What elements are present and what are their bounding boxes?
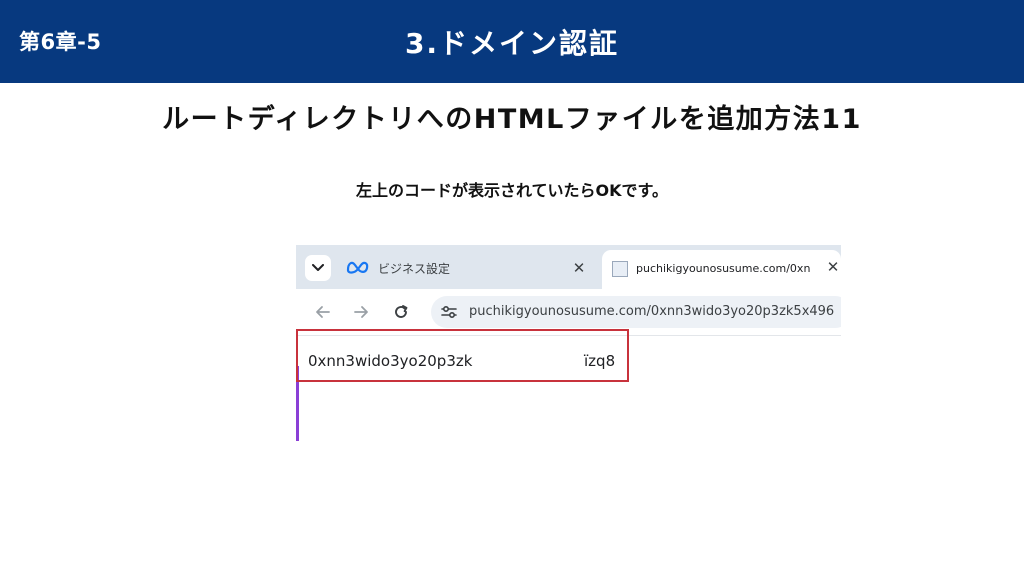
instruction-note: 左上のコードが表示されていたらOKです。 (356, 181, 668, 200)
meta-icon (346, 261, 369, 274)
code-highlight-box (296, 329, 629, 382)
site-settings-icon[interactable] (439, 302, 459, 322)
tab-label: puchikigyounosusume.com/0xn (636, 262, 811, 275)
arrow-left-icon (316, 306, 330, 318)
back-button[interactable] (312, 301, 334, 323)
tab-search-button[interactable] (305, 255, 331, 281)
tab-verification-file[interactable]: puchikigyounosusume.com/0xn ✕ (602, 250, 841, 289)
reload-button[interactable] (390, 301, 412, 323)
tab-bar: ビジネス設定 ✕ puchikigyounosusume.com/0xn ✕ (296, 245, 841, 289)
reload-icon (395, 305, 408, 318)
slide-subtitle: ルートディレクトリへのHTMLファイルを追加方法11 (162, 104, 862, 135)
close-icon[interactable]: ✕ (568, 257, 590, 279)
url-text[interactable]: puchikigyounosusume.com/0xnn3wido3yo20p3… (469, 304, 841, 319)
tab-label: ビジネス設定 (378, 262, 451, 276)
address-bar[interactable]: puchikigyounosusume.com/0xnn3wido3yo20p3… (431, 296, 841, 328)
chevron-down-icon (312, 264, 324, 271)
site-favicon (612, 261, 628, 277)
header-banner: 第6章-5 3.ドメイン認証 (0, 0, 1024, 83)
tab-business-settings[interactable]: ビジネス設定 ✕ (342, 251, 592, 285)
close-icon[interactable]: ✕ (822, 256, 841, 278)
arrow-right-icon (354, 306, 368, 318)
slide-title: 3.ドメイン認証 (404, 27, 620, 60)
forward-button[interactable] (350, 301, 372, 323)
